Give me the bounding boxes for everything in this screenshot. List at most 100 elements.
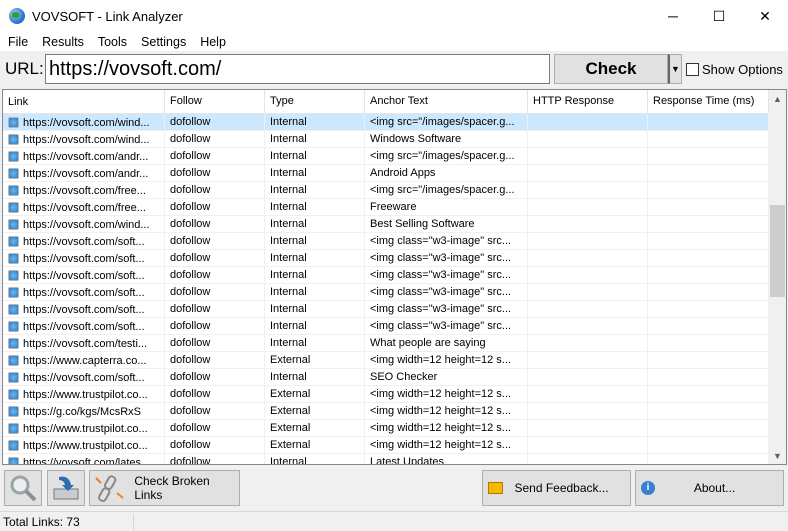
link-globe-icon: [8, 168, 19, 179]
url-input[interactable]: [45, 54, 550, 84]
search-button[interactable]: [4, 470, 42, 506]
table-row[interactable]: https://vovsoft.com/soft... dofollow Inter…: [3, 267, 769, 284]
info-icon: i: [641, 481, 655, 495]
table-row[interactable]: https://vovsoft.com/andr... dofollow Inter…: [3, 165, 769, 182]
table-row[interactable]: https://vovsoft.com/wind... dofollow Inter…: [3, 114, 769, 131]
table-row[interactable]: https://www.trustpilot.co... dofollow Exte…: [3, 420, 769, 437]
cell-follow: dofollow: [165, 233, 265, 250]
cell-type: Internal: [265, 165, 365, 182]
cell-http-response: [528, 114, 648, 131]
cell-type: Internal: [265, 182, 365, 199]
column-header-response-time[interactable]: Response Time (ms): [648, 90, 769, 113]
cell-anchor-text: Latest Updates: [365, 454, 528, 464]
cell-http-response: [528, 301, 648, 318]
menu-tools[interactable]: Tools: [91, 35, 134, 49]
check-broken-links-label: Check Broken Links: [134, 474, 210, 502]
export-button[interactable]: [47, 470, 85, 506]
cell-http-response: [528, 352, 648, 369]
menu-results[interactable]: Results: [35, 35, 91, 49]
column-header-anchor-text[interactable]: Anchor Text: [365, 90, 528, 113]
scrollbar-thumb[interactable]: [770, 205, 785, 297]
table-row[interactable]: https://vovsoft.com/wind... dofollow Inter…: [3, 216, 769, 233]
broken-link-icon: [95, 475, 124, 502]
cell-follow: dofollow: [165, 420, 265, 437]
show-options-checkbox[interactable]: Show Options: [686, 62, 783, 77]
table-row[interactable]: https://www.trustpilot.co... dofollow Exte…: [3, 386, 769, 403]
column-header-follow[interactable]: Follow: [165, 90, 265, 113]
cell-http-response: [528, 369, 648, 386]
table-row[interactable]: https://vovsoft.com/free... dofollow Inter…: [3, 182, 769, 199]
cell-response-time: [648, 199, 769, 216]
cell-response-time: [648, 437, 769, 454]
table-row[interactable]: https://vovsoft.com/soft... dofollow Inter…: [3, 318, 769, 335]
about-label: About...: [693, 481, 736, 495]
menu-file[interactable]: File: [1, 35, 35, 49]
total-links-count: Total Links: 73: [3, 514, 80, 529]
column-header-type[interactable]: Type: [265, 90, 365, 113]
table-row[interactable]: https://vovsoft.com/lates... dofollow Inte…: [3, 454, 769, 464]
cell-anchor-text: <img src="/images/spacer.g...: [365, 148, 528, 165]
table-row[interactable]: https://vovsoft.com/soft... dofollow Inter…: [3, 250, 769, 267]
column-header-http-response[interactable]: HTTP Response: [528, 90, 648, 113]
checkbox-box[interactable]: [686, 63, 699, 76]
cell-http-response: [528, 148, 648, 165]
table-row[interactable]: https://vovsoft.com/free... dofollow Inter…: [3, 199, 769, 216]
table-row[interactable]: https://g.co/kgs/McsRxS dofollow External <…: [3, 403, 769, 420]
send-feedback-button[interactable]: Send Feedback...: [482, 470, 631, 506]
check-dropdown-button[interactable]: ▼: [668, 54, 682, 84]
cell-response-time: [648, 131, 769, 148]
close-button[interactable]: ✕: [742, 0, 788, 32]
link-globe-icon: [8, 338, 19, 349]
scroll-down-icon[interactable]: ▼: [769, 447, 786, 464]
table-row[interactable]: https://www.trustpilot.co... dofollow Exte…: [3, 437, 769, 454]
cell-follow: dofollow: [165, 250, 265, 267]
column-header-link[interactable]: Link: [3, 90, 165, 113]
maximize-button[interactable]: ☐: [696, 0, 742, 32]
link-globe-icon: [8, 117, 19, 128]
about-button[interactable]: i About...: [635, 470, 784, 506]
table-row[interactable]: https://vovsoft.com/soft... dofollow Inter…: [3, 301, 769, 318]
cell-response-time: [648, 216, 769, 233]
link-globe-icon: [8, 185, 19, 196]
cell-anchor-text: <img class="w3-image" src...: [365, 250, 528, 267]
cell-follow: dofollow: [165, 403, 265, 420]
menu-settings[interactable]: Settings: [134, 35, 193, 49]
check-button[interactable]: Check: [554, 54, 668, 84]
cell-anchor-text: <img width=12 height=12 s...: [365, 437, 528, 454]
table-row[interactable]: https://vovsoft.com/soft... dofollow Inter…: [3, 369, 769, 386]
menu-help[interactable]: Help: [193, 35, 233, 49]
cell-link: https://www.trustpilot.co...: [3, 420, 165, 437]
cell-type: Internal: [265, 284, 365, 301]
vertical-scrollbar[interactable]: ▲ ▼: [769, 90, 786, 464]
table-row[interactable]: https://vovsoft.com/soft... dofollow Inter…: [3, 233, 769, 250]
link-url: https://vovsoft.com/soft...: [23, 286, 145, 299]
magnifier-icon: [10, 475, 37, 502]
table-header: Link Follow Type Anchor Text HTTP Respon…: [3, 90, 769, 114]
cell-link: https://vovsoft.com/soft...: [3, 233, 165, 250]
link-url: https://g.co/kgs/McsRxS: [23, 405, 141, 418]
link-url: https://vovsoft.com/soft...: [23, 269, 145, 282]
link-url: https://vovsoft.com/testi...: [23, 337, 148, 350]
cell-follow: dofollow: [165, 437, 265, 454]
cell-http-response: [528, 250, 648, 267]
cell-anchor-text: <img width=12 height=12 s...: [365, 352, 528, 369]
check-broken-links-button[interactable]: Check Broken Links: [89, 470, 240, 506]
cell-link: https://vovsoft.com/wind...: [3, 131, 165, 148]
link-url: https://vovsoft.com/soft...: [23, 235, 145, 248]
table-row[interactable]: https://vovsoft.com/wind... dofollow Inter…: [3, 131, 769, 148]
link-url: https://vovsoft.com/soft...: [23, 303, 145, 316]
link-globe-icon: [8, 406, 19, 417]
cell-http-response: [528, 267, 648, 284]
cell-follow: dofollow: [165, 335, 265, 352]
table-row[interactable]: https://vovsoft.com/soft... dofollow Inter…: [3, 284, 769, 301]
table-row[interactable]: https://vovsoft.com/andr... dofollow Inter…: [3, 148, 769, 165]
table-row[interactable]: https://www.capterra.co... dofollow Extern…: [3, 352, 769, 369]
menu-bar: File Results Tools Settings Help: [0, 32, 788, 51]
table-row[interactable]: https://vovsoft.com/testi... dofollow Inte…: [3, 335, 769, 352]
cell-link: https://g.co/kgs/McsRxS: [3, 403, 165, 420]
cell-http-response: [528, 284, 648, 301]
scroll-up-icon[interactable]: ▲: [769, 90, 786, 107]
cell-link: https://vovsoft.com/free...: [3, 199, 165, 216]
link-url: https://vovsoft.com/soft...: [23, 252, 145, 265]
minimize-button[interactable]: ─: [650, 0, 696, 32]
